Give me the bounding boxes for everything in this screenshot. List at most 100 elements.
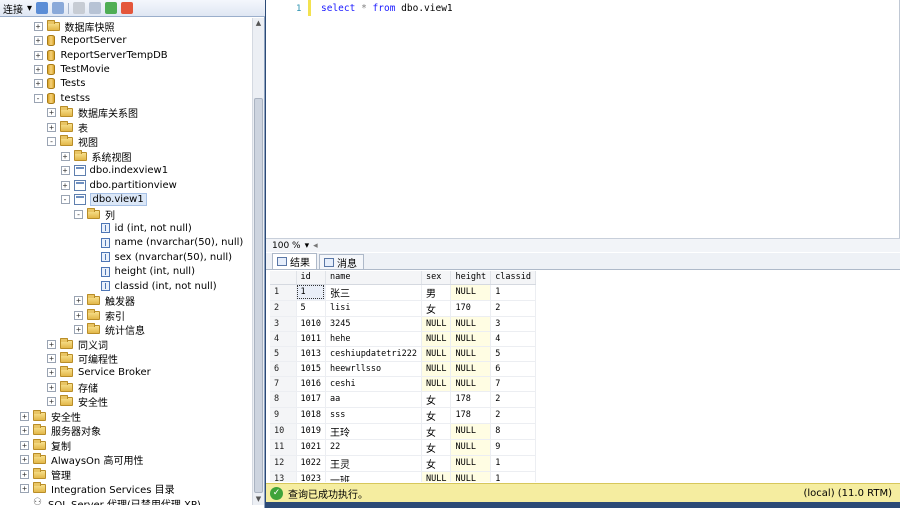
row-number[interactable]: 10 xyxy=(270,423,297,440)
grid-cell-sex[interactable]: 女 xyxy=(421,300,452,317)
tree-node[interactable]: + ReportServer xyxy=(33,33,126,47)
collapse-icon[interactable]: - xyxy=(47,137,56,147)
table-row[interactable]: 8 1017 aa 女 178 2 xyxy=(270,391,537,408)
column-header-classid[interactable]: classid xyxy=(490,271,537,285)
row-number[interactable]: 3 xyxy=(270,316,297,332)
row-number[interactable]: 7 xyxy=(270,376,297,392)
tree-node[interactable]: + Service Broker xyxy=(47,366,151,380)
tree-node[interactable]: classid (int, not null) xyxy=(88,279,217,293)
tree-node[interactable]: + Integration Services 目录 xyxy=(20,481,175,496)
column-header-name[interactable]: name xyxy=(325,271,422,285)
connect-button[interactable]: 连接 xyxy=(3,1,23,16)
scroll-up-arrow-icon[interactable]: ▲ xyxy=(253,18,264,28)
row-number[interactable]: 9 xyxy=(270,407,297,424)
grid-cell-id[interactable]: 1019 xyxy=(296,423,326,440)
grid-cell-id[interactable]: 1016 xyxy=(296,376,326,392)
grid-cell-id[interactable]: 1021 xyxy=(296,439,326,456)
grid-cell-id[interactable]: 1011 xyxy=(296,331,326,347)
grid-cell-id[interactable]: 1017 xyxy=(296,391,326,408)
expand-icon[interactable]: + xyxy=(47,122,56,132)
expand-icon[interactable]: + xyxy=(33,21,43,31)
grid-cell-classid[interactable]: 3 xyxy=(490,316,537,332)
grid-cell-sex[interactable]: 女 xyxy=(421,423,452,440)
expand-icon[interactable]: + xyxy=(74,296,83,306)
grid-cell-id[interactable]: 1 xyxy=(296,284,326,301)
collapse-icon[interactable]: - xyxy=(60,195,70,205)
tree-node[interactable]: + ReportServerTempDB xyxy=(33,48,168,62)
results-grid[interactable]: id name sex height classid 1 1 张三男 NULL 1 2 5 lisi 女… xyxy=(266,271,900,482)
column-header-sex[interactable]: sex xyxy=(421,271,452,285)
tree-node[interactable]: + 可编程性 xyxy=(47,351,118,366)
grid-cell-id[interactable]: 1015 xyxy=(296,361,326,377)
grid-cell-classid[interactable]: 7 xyxy=(490,376,537,392)
table-row[interactable]: 4 1011 hehe NULL NULL 4 xyxy=(270,331,537,347)
row-number[interactable]: 1 xyxy=(270,284,297,301)
tree-node[interactable]: + 系统视图 xyxy=(60,149,132,164)
connect-object-explorer-icon[interactable] xyxy=(36,2,49,14)
connect-dropdown-icon[interactable]: ▾ xyxy=(27,3,32,14)
zoom-level[interactable]: 100 % xyxy=(272,241,301,251)
grid-cell-height[interactable]: NULL xyxy=(450,455,492,472)
scroll-left-icon[interactable]: ◂ xyxy=(313,241,318,251)
grid-cell-id[interactable]: 1018 xyxy=(296,407,326,424)
zoom-dropdown-icon[interactable]: ▾ xyxy=(305,241,310,251)
expand-icon[interactable]: + xyxy=(20,426,29,436)
expand-icon[interactable]: + xyxy=(20,484,29,494)
table-row[interactable]: 10 1019 王玲女 NULL 8 xyxy=(270,423,537,440)
expand-icon[interactable]: + xyxy=(74,310,83,320)
tree-node[interactable]: + 安全性 xyxy=(47,395,108,409)
grid-cell-sex[interactable]: 男 xyxy=(421,284,452,301)
grid-cell-sex[interactable]: 女 xyxy=(421,407,452,424)
grid-cell-height[interactable]: 178 xyxy=(450,407,492,424)
row-number[interactable]: 11 xyxy=(270,439,297,456)
grid-cell-name[interactable]: heewrllsso xyxy=(325,361,422,377)
grid-cell-classid[interactable]: 9 xyxy=(490,439,537,456)
expand-icon[interactable]: + xyxy=(20,455,29,465)
expand-icon[interactable]: + xyxy=(33,36,43,46)
row-number[interactable]: 12 xyxy=(270,455,297,472)
tree-vertical-scrollbar[interactable]: ▲ ▼ xyxy=(252,18,264,505)
tree-node[interactable]: + 管理 xyxy=(20,467,71,482)
grid-cell-name[interactable]: ceshiupdatetri222 xyxy=(325,346,422,362)
disconnect-icon[interactable] xyxy=(52,2,65,14)
grid-cell-name[interactable]: 王玲 xyxy=(325,423,422,440)
expand-icon[interactable]: + xyxy=(60,151,70,161)
grid-cell-classid[interactable]: 1 xyxy=(490,455,537,472)
expand-icon[interactable]: + xyxy=(33,65,43,75)
grid-cell-name[interactable]: 3245 xyxy=(325,316,422,332)
refresh-icon[interactable] xyxy=(105,2,118,14)
grid-cell-sex[interactable]: 女 xyxy=(421,455,452,472)
grid-cell-name[interactable]: hehe xyxy=(325,331,422,347)
expand-icon[interactable]: + xyxy=(47,354,56,364)
tree-node[interactable]: + 数据库关系图 xyxy=(47,106,138,120)
table-row[interactable]: 5 1013 ceshiupdatetri222 NULL NULL 5 xyxy=(270,346,537,362)
tree-node[interactable]: name (nvarchar(50), null) xyxy=(88,236,243,250)
grid-cell-id[interactable]: 1013 xyxy=(296,346,326,362)
scroll-down-arrow-icon[interactable]: ▼ xyxy=(253,494,264,504)
expand-icon[interactable]: + xyxy=(20,469,29,479)
expand-icon[interactable]: + xyxy=(60,166,70,176)
expand-icon[interactable]: + xyxy=(60,180,70,190)
tree-node[interactable]: + 同义词 xyxy=(47,337,108,352)
grid-cell-classid[interactable]: 5 xyxy=(490,346,537,362)
summary-icon[interactable] xyxy=(121,2,134,14)
grid-cell-height[interactable]: NULL xyxy=(450,346,492,362)
query-text[interactable]: select * from dbo.view1 xyxy=(321,3,453,14)
grid-cell-height[interactable]: 178 xyxy=(450,391,492,408)
filter-icon[interactable] xyxy=(89,2,102,14)
row-number[interactable]: 8 xyxy=(270,391,297,408)
grid-cell-sex[interactable]: NULL xyxy=(421,331,452,347)
grid-cell-height[interactable]: 170 xyxy=(450,300,492,317)
scrollbar-thumb[interactable] xyxy=(254,98,263,493)
stop-icon[interactable] xyxy=(73,2,86,14)
tree-node[interactable]: + 触发器 xyxy=(74,294,135,308)
query-editor[interactable]: 1 select * from dbo.view1 xyxy=(266,0,900,238)
grid-cell-id[interactable]: 1022 xyxy=(296,455,326,472)
row-number[interactable]: 6 xyxy=(270,361,297,377)
tree-node[interactable]: + TestMovie xyxy=(33,62,110,76)
grid-cell-sex[interactable]: NULL xyxy=(421,361,452,377)
expand-icon[interactable]: + xyxy=(47,382,56,392)
table-row[interactable]: 6 1015 heewrllsso NULL NULL 6 xyxy=(270,361,537,377)
tab-results[interactable]: 结果 xyxy=(272,253,317,269)
tree-node[interactable]: + dbo.indexview1 xyxy=(60,164,168,178)
